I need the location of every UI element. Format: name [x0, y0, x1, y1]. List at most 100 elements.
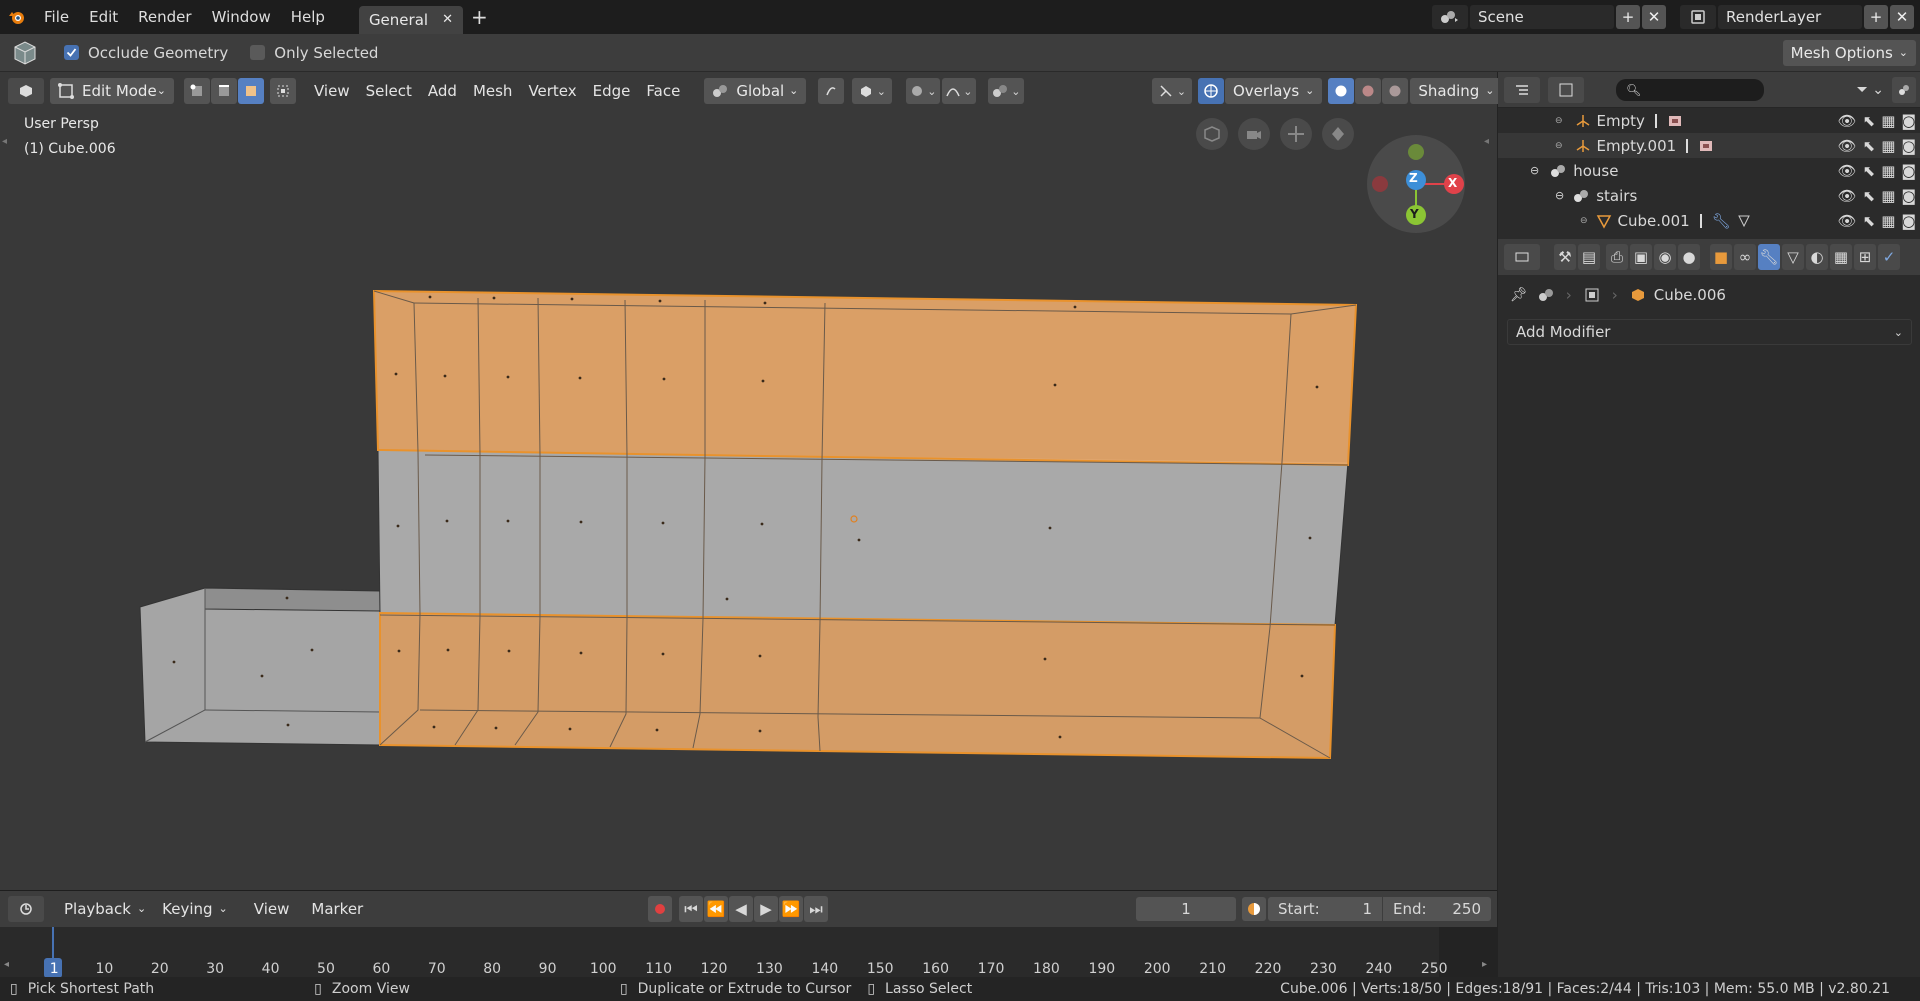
render-camera-icon[interactable]: ◙ — [1901, 137, 1916, 155]
end-frame-field[interactable]: End: 250 — [1383, 897, 1491, 921]
tab-world-icon[interactable]: ● — [1678, 244, 1700, 270]
menu-playback[interactable]: Playback ⌄ — [56, 896, 154, 922]
properties-editor-type-icon[interactable] — [1504, 244, 1540, 270]
visibility-eye-icon[interactable]: 👁 — [1838, 112, 1857, 130]
breadcrumb-separator: › — [1611, 286, 1618, 304]
current-frame-field[interactable]: 1 — [1136, 897, 1236, 921]
new-collection-icon[interactable] — [1892, 76, 1916, 103]
scroll-right-icon[interactable]: ▸ — [1482, 959, 1487, 970]
display-mode-icon[interactable] — [1548, 76, 1584, 103]
play-reverse-icon[interactable]: ◀ — [729, 896, 753, 922]
mesh-options-dropdown[interactable]: Mesh Options ⌄ — [1782, 40, 1916, 66]
render-camera-icon[interactable]: ◙ — [1901, 112, 1916, 130]
outliner-item-label: stairs — [1596, 186, 1638, 205]
menu-edit[interactable]: Edit — [79, 0, 128, 34]
outliner-item-house[interactable]: ⊖ house 👁 ⬉ ▦ ◙ — [1498, 158, 1920, 183]
outliner-item-empty[interactable]: ⊖ Empty 👁 ⬉ ▦ ◙ — [1498, 108, 1920, 133]
menu-render[interactable]: Render — [128, 0, 201, 34]
tab-output-icon[interactable]: ⎙ — [1606, 244, 1628, 270]
new-render-layer-button[interactable]: + — [1864, 5, 1888, 29]
mesh-face-top-selected — [372, 289, 1358, 467]
record-icon[interactable] — [648, 896, 672, 922]
jump-start-icon[interactable]: ⏮ — [679, 896, 703, 922]
outliner-editor-type-icon[interactable] — [1504, 76, 1540, 103]
outliner-search-input[interactable]: 🔍︎ — [1616, 78, 1764, 101]
occlude-geometry-toggle[interactable]: Occlude Geometry — [64, 44, 228, 62]
delete-render-layer-button[interactable]: ✕ — [1890, 5, 1914, 29]
tab-particles-icon[interactable]: ▽ — [1782, 244, 1804, 270]
disable-viewport-icon[interactable]: ▦ — [1881, 212, 1895, 230]
visibility-eye-icon[interactable]: 👁 — [1838, 137, 1857, 155]
tab-texture-icon[interactable]: ✓ — [1878, 244, 1900, 270]
menu-window[interactable]: Window — [202, 0, 281, 34]
visibility-eye-icon[interactable]: 👁 — [1838, 212, 1857, 230]
tab-physics-icon[interactable]: ◐ — [1806, 244, 1828, 270]
tab-render-icon[interactable]: ▤ — [1578, 244, 1600, 270]
timeline-editor-type-icon[interactable] — [8, 896, 44, 922]
collapse-icon[interactable]: ⊖ — [1530, 164, 1539, 177]
mesh-options-label: Mesh Options — [1790, 44, 1893, 62]
collapse-icon[interactable]: ⊖ — [1580, 216, 1588, 226]
collapse-icon[interactable]: ⊖ — [1555, 141, 1563, 151]
jump-keyframe-forward-icon[interactable]: ⏩ — [779, 896, 803, 922]
tab-modifiers-icon[interactable]: 🔧︎ — [1758, 244, 1780, 270]
tab-material-icon[interactable]: ⊞ — [1854, 244, 1876, 270]
tab-object-icon[interactable]: ■ — [1710, 244, 1732, 270]
disable-viewport-icon[interactable]: ▦ — [1881, 112, 1895, 130]
selectable-cursor-icon[interactable]: ⬉ — [1863, 212, 1876, 230]
jump-keyframe-back-icon[interactable]: ⏪ — [704, 896, 728, 922]
delete-scene-button[interactable]: ✕ — [1642, 5, 1666, 29]
only-selected-toggle[interactable]: Only Selected — [250, 44, 378, 62]
add-workspace-icon[interactable]: + — [471, 5, 488, 29]
selectable-cursor-icon[interactable]: ⬉ — [1863, 112, 1876, 130]
render-layer-field[interactable]: RenderLayer — [1718, 5, 1862, 29]
jump-end-icon[interactable]: ⏭ — [804, 896, 828, 922]
filter-icon[interactable]: ⏷ ⌄ — [1857, 82, 1884, 98]
pin-icon[interactable]: 📌︎ — [1510, 287, 1528, 303]
start-frame-field[interactable]: Start: 1 — [1268, 897, 1382, 921]
visibility-eye-icon[interactable]: 👁 — [1838, 162, 1857, 180]
menu-keying[interactable]: Keying ⌄ — [154, 896, 236, 922]
outliner-item-empty-001[interactable]: ⊖ Empty.001 👁 ⬉ ▦ ◙ — [1498, 133, 1920, 158]
mouse-right-icon: ▯ — [619, 981, 628, 997]
timeline-area[interactable]: 1 10 20 30 40 50 60 70 80 90 100 110 120 130 140 150 160… — [0, 927, 1497, 978]
collapse-icon[interactable]: ⊖ — [1555, 116, 1563, 126]
selectable-cursor-icon[interactable]: ⬉ — [1863, 187, 1876, 205]
render-camera-icon[interactable]: ◙ — [1901, 187, 1916, 205]
menu-file[interactable]: File — [34, 0, 79, 34]
tab-view-layer-icon[interactable]: ▣ — [1630, 244, 1652, 270]
scene-name-field[interactable]: Scene — [1470, 5, 1614, 29]
render-layer-icon[interactable] — [1680, 5, 1716, 29]
active-tool-icon[interactable] — [6, 34, 44, 72]
disable-viewport-icon[interactable]: ▦ — [1881, 187, 1895, 205]
blender-logo-icon[interactable] — [0, 0, 34, 34]
render-camera-icon[interactable]: ◙ — [1901, 162, 1916, 180]
new-scene-button[interactable]: + — [1616, 5, 1640, 29]
tab-object-data-icon[interactable]: ▦ — [1830, 244, 1852, 270]
end-frame-label: End: — [1393, 900, 1427, 918]
scene-icon[interactable] — [1432, 5, 1468, 29]
scroll-left-icon[interactable]: ◂ — [4, 959, 9, 970]
selectable-cursor-icon[interactable]: ⬉ — [1863, 162, 1876, 180]
workspace-tab-general[interactable]: General ✕ — [358, 6, 463, 34]
preview-range-icon[interactable] — [1242, 897, 1266, 921]
selectable-cursor-icon[interactable]: ⬉ — [1863, 137, 1876, 155]
disable-viewport-icon[interactable]: ▦ — [1881, 162, 1895, 180]
visibility-eye-icon[interactable]: 👁 — [1838, 187, 1857, 205]
tab-constraints-icon[interactable]: ∞ — [1734, 244, 1756, 270]
add-modifier-dropdown[interactable]: Add Modifier ⌄ — [1507, 319, 1912, 345]
menu-help[interactable]: Help — [281, 0, 335, 34]
tab-tool-icon[interactable]: ⚒ — [1554, 244, 1576, 270]
play-icon[interactable]: ▶ — [754, 896, 778, 922]
collapse-icon[interactable]: ⊖ — [1555, 189, 1564, 202]
render-camera-icon[interactable]: ◙ — [1901, 212, 1916, 230]
outliner-item-stairs[interactable]: ⊖ stairs 👁 ⬉ ▦ ◙ — [1498, 183, 1920, 208]
disable-viewport-icon[interactable]: ▦ — [1881, 137, 1895, 155]
close-tab-icon[interactable]: ✕ — [442, 6, 453, 34]
menu-marker[interactable]: Marker — [303, 896, 371, 922]
mesh-canvas[interactable] — [0, 72, 1497, 890]
outliner-item-cube-001[interactable]: ⊖ Cube.001 🔧︎ 👁 ⬉ ▦ ◙ — [1498, 208, 1920, 233]
menu-timeline-view[interactable]: View — [246, 896, 298, 922]
tab-scene-icon[interactable]: ◉ — [1654, 244, 1676, 270]
3d-viewport[interactable]: Edit Mode ⌄ View Select Add Mesh Vertex … — [0, 72, 1503, 890]
